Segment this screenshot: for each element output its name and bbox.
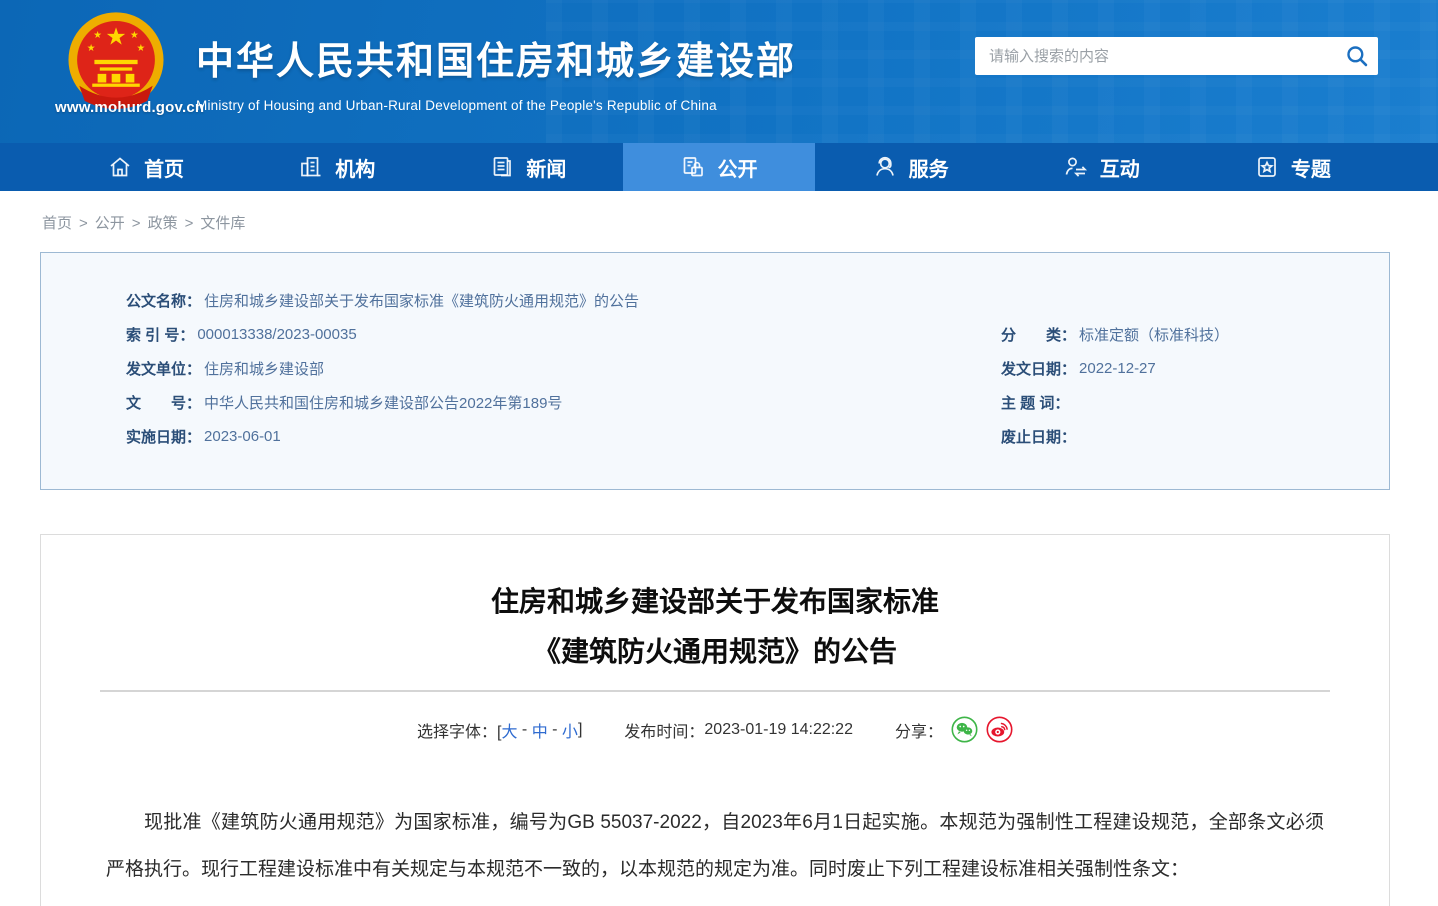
breadcrumb-disclosure[interactable]: 公开 (95, 215, 125, 232)
doc-number-label: 文 号： (126, 392, 201, 413)
doc-issue-date-label: 发文日期： (1001, 358, 1076, 379)
nav-item-home[interactable]: 首页 (50, 143, 241, 191)
svg-text:★: ★ (130, 30, 139, 41)
article-meta-row: 选择字体：[大 - 中 - 小] 发布时间： 2023-01-19 14:22:… (41, 716, 1389, 743)
nav-item-label: 专题 (1291, 153, 1331, 182)
doc-effective-date-label: 实施日期： (126, 426, 201, 447)
doc-number-value: 中华人民共和国住房和城乡建设部公告2022年第189号 (204, 392, 562, 413)
doc-index-value: 000013338/2023-00035 (197, 326, 356, 343)
doc-row: 索 引 号： 000013338/2023-00035 分 类： 标准定额（标准… (126, 317, 1369, 351)
doc-category-value: 标准定额（标准科技） (1079, 324, 1229, 345)
disclosure-lock-icon (680, 154, 706, 180)
document-info-panel: 公文名称： 住房和城乡建设部关于发布国家标准《建筑防火通用规范》的公告 索 引 … (40, 252, 1390, 490)
publish-time-group: 发布时间： 2023-01-19 14:22:22 (624, 718, 853, 742)
nav-item-organization[interactable]: 机构 (241, 143, 432, 191)
font-size-large-link[interactable]: 大 (501, 718, 517, 742)
breadcrumb-separator: > (132, 215, 141, 232)
breadcrumb-separator: > (185, 215, 194, 232)
nav-item-label: 新闻 (526, 153, 566, 182)
article-panel: 住房和城乡建设部关于发布国家标准 《建筑防火通用规范》的公告 选择字体：[大 -… (40, 534, 1390, 906)
site-title-block: 中华人民共和国住房和城乡建设部 Ministry of Housing and … (196, 30, 796, 113)
nav-item-label: 机构 (335, 153, 375, 182)
doc-subject-label: 主 题 词： (1001, 392, 1069, 413)
doc-issuer-label: 发文单位： (126, 358, 201, 379)
svg-text:★: ★ (105, 24, 126, 51)
article-title-line1: 住房和城乡建设部关于发布国家标准 (41, 577, 1389, 627)
nav-item-services[interactable]: 服务 (815, 143, 1006, 191)
svg-text:★: ★ (136, 43, 145, 54)
search-box (975, 37, 1378, 75)
search-input[interactable] (975, 37, 1378, 75)
article-title: 住房和城乡建设部关于发布国家标准 《建筑防火通用规范》的公告 (41, 577, 1389, 677)
title-divider (100, 690, 1330, 692)
doc-category-label: 分 类： (1001, 324, 1076, 345)
site-title: 中华人民共和国住房和城乡建设部 (196, 30, 796, 85)
font-size-medium-link[interactable]: 中 (532, 718, 548, 742)
doc-row: 文 号： 中华人民共和国住房和城乡建设部公告2022年第189号 主 题 词： (126, 385, 1369, 419)
site-url: www.mohurd.gov.cn (55, 99, 204, 116)
doc-effective-date-value: 2023-06-01 (204, 428, 281, 445)
svg-text:★: ★ (87, 43, 96, 54)
news-icon (489, 154, 515, 180)
nav-item-topics[interactable]: 专题 (1197, 143, 1388, 191)
search-button[interactable] (1344, 44, 1370, 70)
doc-row-name: 公文名称： 住房和城乡建设部关于发布国家标准《建筑防火通用规范》的公告 (126, 283, 1369, 317)
breadcrumb-home[interactable]: 首页 (42, 215, 72, 232)
font-chooser-sep: - (548, 721, 562, 739)
site-header: ★ ★ ★ ★ ★ www.mohurd.gov.cn 中华人民共和国住房和城乡… (0, 0, 1438, 143)
breadcrumb-library[interactable]: 文件库 (200, 215, 245, 232)
service-agent-icon (872, 154, 898, 180)
article-title-line2: 《建筑防火通用规范》的公告 (41, 627, 1389, 677)
doc-name-value: 住房和城乡建设部关于发布国家标准《建筑防火通用规范》的公告 (204, 290, 639, 311)
topics-star-icon (1254, 154, 1280, 180)
nav-item-label: 互动 (1100, 153, 1140, 182)
interaction-icon (1063, 154, 1089, 180)
site-subtitle: Ministry of Housing and Urban-Rural Deve… (196, 98, 796, 113)
doc-repeal-date-label: 废止日期： (1001, 426, 1076, 447)
search-icon (1345, 44, 1369, 68)
nav-item-label: 公开 (717, 153, 757, 182)
breadcrumb: 首页 > 公开 > 政策 > 文件库 (42, 212, 1390, 233)
share-label: 分享： (895, 718, 943, 742)
organization-icon (298, 154, 324, 180)
article-body-paragraph: 现批准《建筑防火通用规范》为国家标准，编号为GB 55037-2022，自202… (106, 799, 1324, 893)
doc-row: 发文单位： 住房和城乡建设部 发文日期： 2022-12-27 (126, 351, 1369, 385)
font-chooser-prefix: 选择字体：[ (417, 718, 501, 742)
publish-time-value: 2023-01-19 14:22:22 (704, 721, 853, 739)
doc-row: 实施日期： 2023-06-01 废止日期： (126, 419, 1369, 453)
wechat-share-icon[interactable] (951, 716, 978, 743)
weibo-share-icon[interactable] (986, 716, 1013, 743)
share-group: 分享： (895, 716, 1013, 743)
doc-name-label: 公文名称： (126, 290, 201, 311)
nav-item-interaction[interactable]: 互动 (1006, 143, 1197, 191)
doc-issuer-value: 住房和城乡建设部 (204, 358, 324, 379)
breadcrumb-policy[interactable]: 政策 (148, 215, 178, 232)
font-size-chooser: 选择字体：[大 - 中 - 小] (417, 718, 582, 742)
doc-issue-date-value: 2022-12-27 (1079, 360, 1156, 377)
nav-item-news[interactable]: 新闻 (432, 143, 623, 191)
nav-item-disclosure[interactable]: 公开 (623, 143, 814, 191)
font-size-small-link[interactable]: 小 (562, 718, 578, 742)
nav-item-label: 服务 (909, 153, 949, 182)
main-nav: 首页 机构 新闻 公开 服务 (0, 143, 1438, 191)
nav-item-label: 首页 (144, 153, 184, 182)
publish-time-label: 发布时间： (624, 718, 704, 742)
doc-index-label: 索 引 号： (126, 324, 194, 345)
svg-text:★: ★ (93, 30, 102, 41)
breadcrumb-separator: > (79, 215, 88, 232)
font-chooser-suffix: ] (578, 721, 582, 739)
font-chooser-sep: - (517, 721, 531, 739)
home-icon (107, 154, 133, 180)
